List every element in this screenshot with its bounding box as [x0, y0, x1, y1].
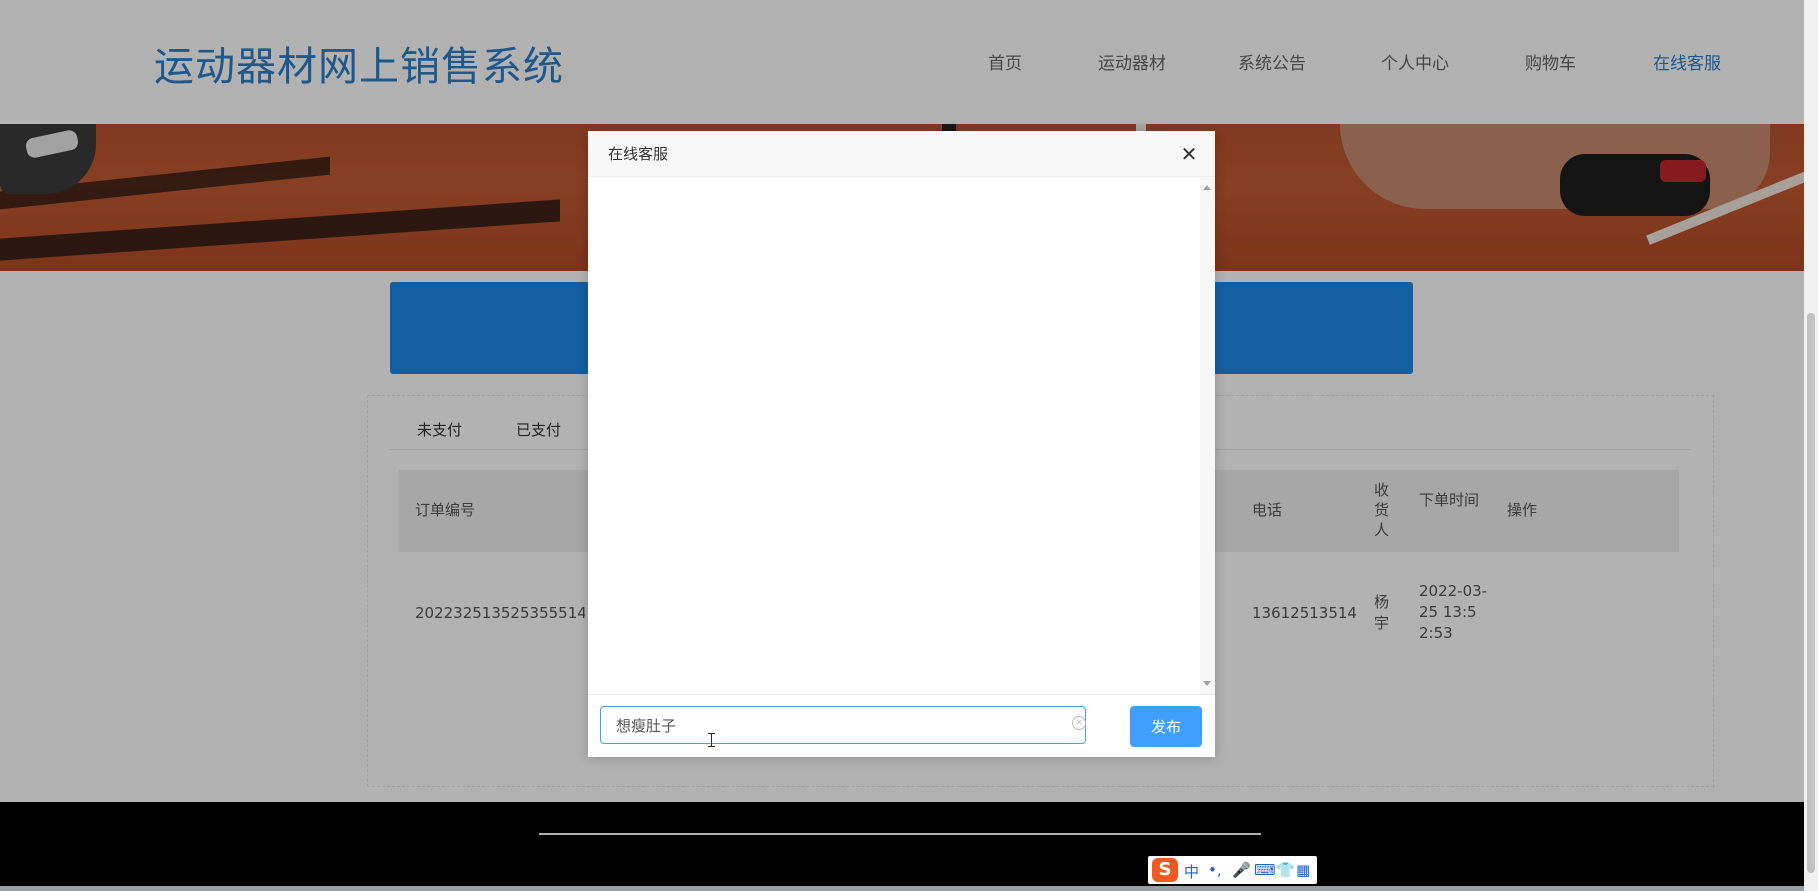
message-input[interactable]: [600, 706, 1086, 744]
customer-service-dialog: 在线客服 ✕ × 发布: [588, 131, 1215, 757]
skin-icon[interactable]: 👕: [1276, 861, 1295, 879]
grid-menu-icon[interactable]: ▦: [1296, 861, 1310, 879]
microphone-icon[interactable]: 🎤: [1232, 861, 1251, 879]
page: 运动器材网上销售系统 首页 运动器材 系统公告 个人中心 购物车 在线客服 未支…: [0, 0, 1804, 891]
clear-icon[interactable]: ×: [1072, 716, 1086, 730]
ime-logo-icon[interactable]: S: [1152, 858, 1178, 882]
ime-toolbar[interactable]: S 中 •, 🎤 ⌨ 👕 ▦: [1148, 856, 1317, 884]
dialog-footer: × 发布: [588, 694, 1215, 757]
send-button[interactable]: 发布: [1130, 706, 1202, 747]
keyboard-icon[interactable]: ⌨: [1254, 861, 1276, 879]
chat-scrollbar[interactable]: [1200, 177, 1215, 694]
dialog-title: 在线客服: [608, 145, 669, 163]
close-icon[interactable]: ✕: [1178, 143, 1200, 165]
page-scrollbar[interactable]: [1804, 0, 1818, 891]
chat-messages-area[interactable]: [588, 177, 1200, 694]
ime-mode[interactable]: 中: [1184, 861, 1199, 882]
page-scrollbar-thumb[interactable]: [1807, 313, 1815, 873]
scroll-up-icon[interactable]: [1203, 185, 1211, 190]
dialog-header: 在线客服 ✕: [588, 131, 1215, 177]
ime-punct-icon[interactable]: •,: [1208, 861, 1222, 879]
text-cursor-icon: [708, 733, 715, 747]
scroll-down-icon[interactable]: [1203, 681, 1211, 686]
